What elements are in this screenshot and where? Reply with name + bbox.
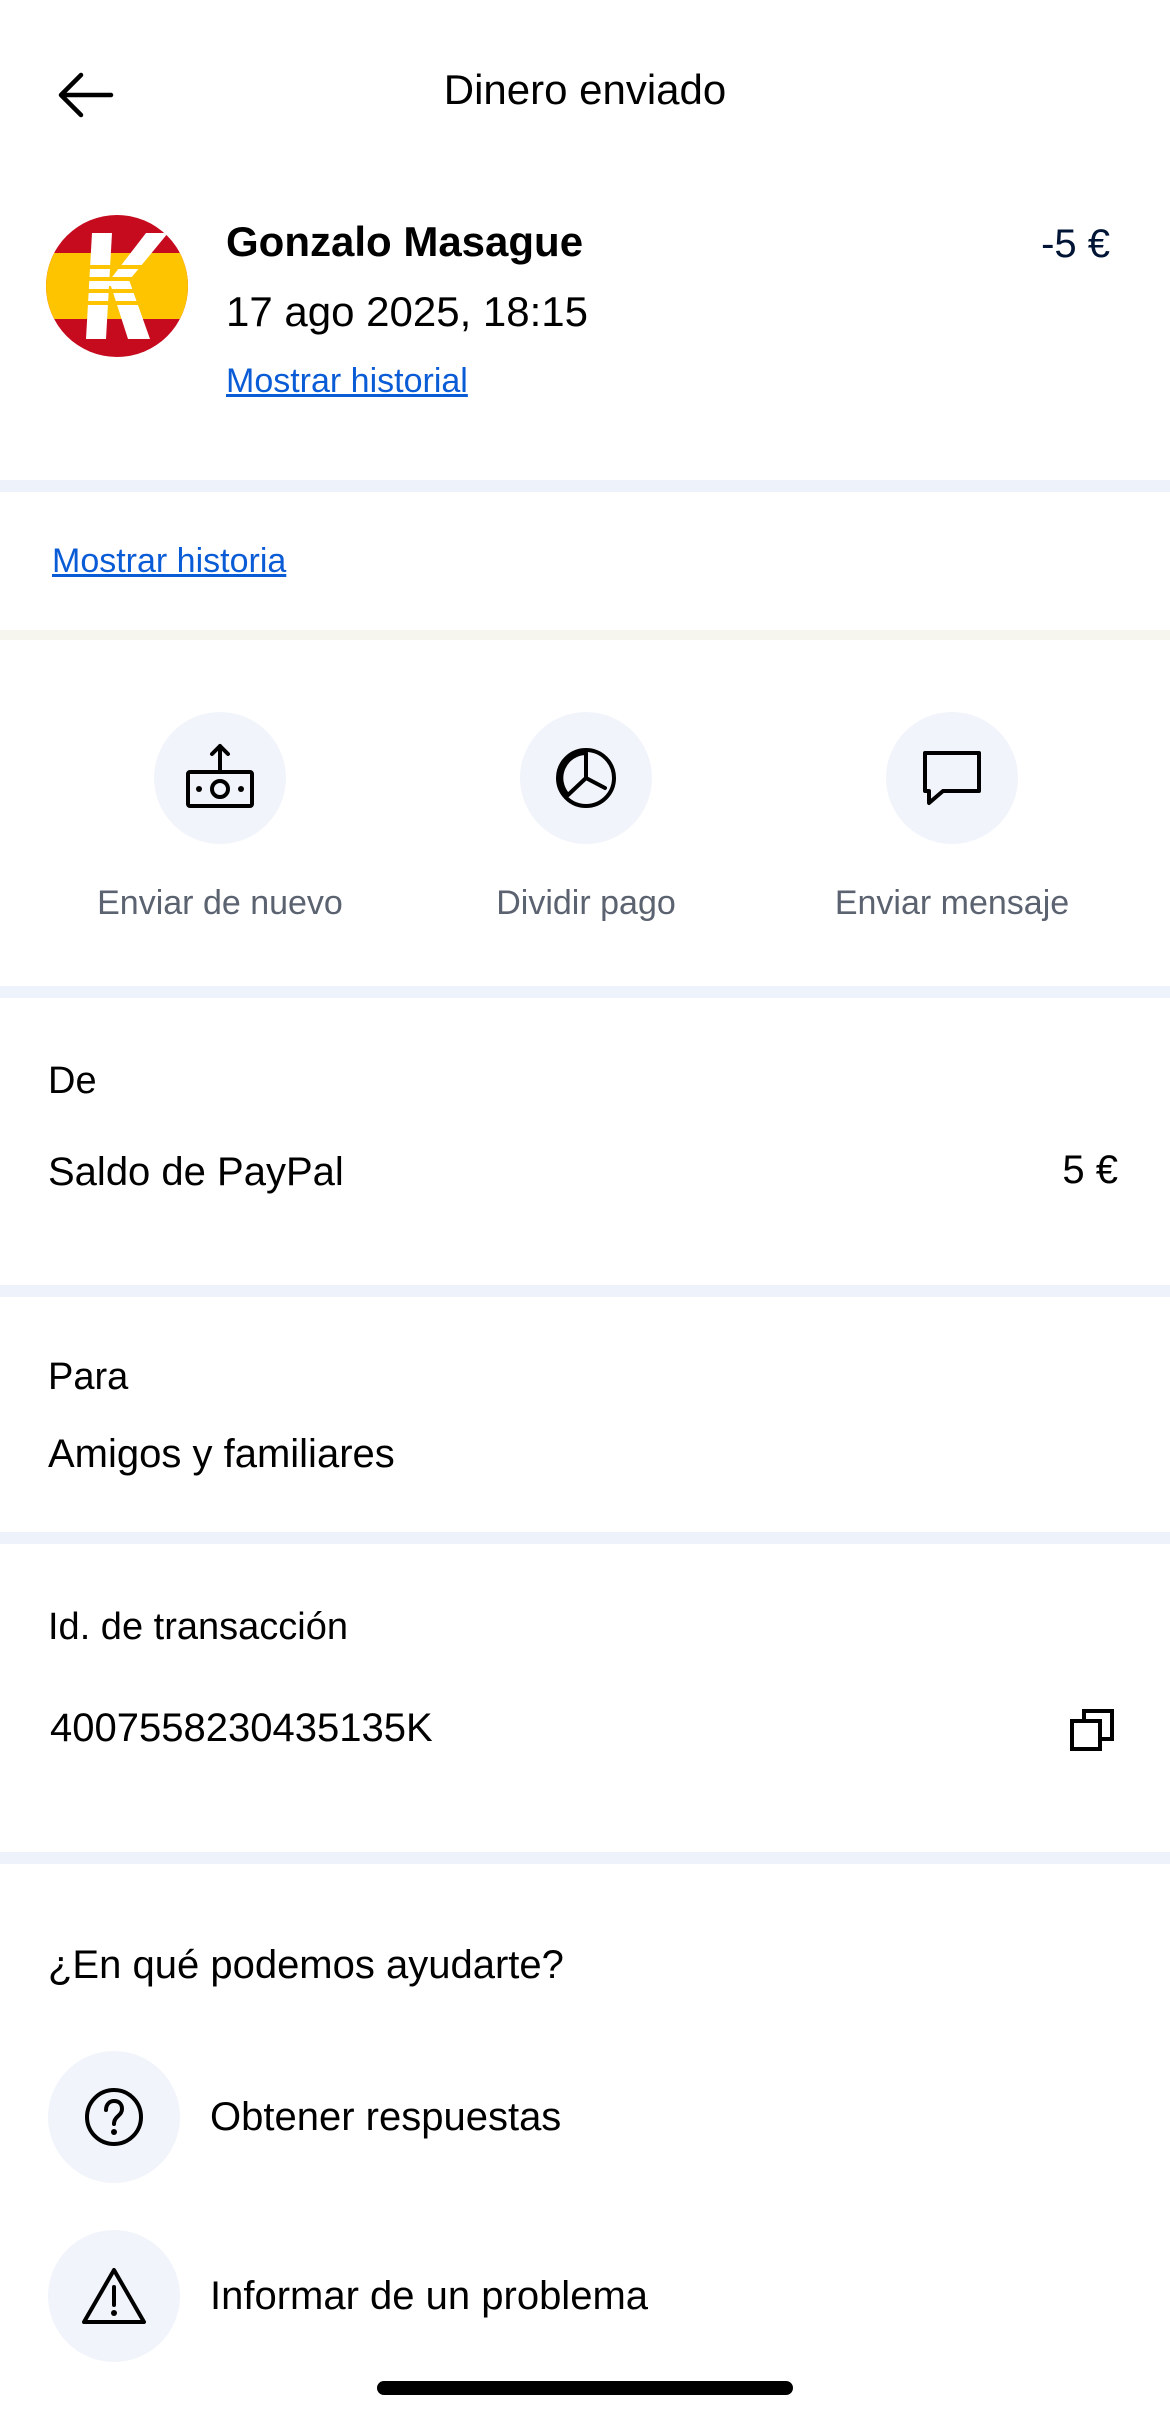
report-problem-button[interactable]: Informar de un problema [48, 2230, 1128, 2362]
from-label: De [48, 1060, 97, 1102]
payee-name: Gonzalo Masague [226, 218, 584, 265]
source-amount: 5 € [1062, 1148, 1118, 1192]
divider [0, 1532, 1170, 1544]
copy-icon [1070, 1709, 1114, 1751]
question-icon [85, 2088, 143, 2146]
send-message-button[interactable]: Enviar mensaje [802, 712, 1102, 923]
to-label: Para [48, 1356, 129, 1398]
warning-icon [82, 2268, 146, 2324]
page-title: Dinero enviado [443, 66, 727, 113]
transaction-amount: -5 € [1041, 222, 1110, 266]
divider [0, 986, 1170, 998]
action-label: Enviar de nuevo [97, 884, 343, 922]
action-label: Enviar mensaje [834, 884, 1070, 922]
transaction-details-page: Dinero enviado Gonzalo Masague 17 ago 20… [0, 0, 1170, 2421]
avatar [46, 215, 188, 357]
divider [0, 1852, 1170, 1864]
help-item-label: Obtener respuestas [210, 2094, 562, 2139]
divider [0, 630, 1170, 640]
payment-type: Amigos y familiares [48, 1432, 395, 1476]
show-history-link[interactable]: Mostrar historial [226, 362, 468, 401]
transaction-id-label: Id. de transacción [48, 1606, 348, 1648]
get-answers-button[interactable]: Obtener respuestas [48, 2051, 1128, 2183]
divider [0, 480, 1170, 492]
home-indicator[interactable] [377, 2381, 793, 2395]
payment-source: Saldo de PayPal [48, 1150, 344, 1194]
transaction-id: 4007558230435135K [50, 1706, 433, 1750]
send-again-button[interactable]: Enviar de nuevo [70, 712, 370, 923]
split-payment-button[interactable]: Dividir pago [436, 712, 736, 923]
help-item-label: Informar de un problema [210, 2273, 649, 2318]
show-story-link[interactable]: Mostrar historia [52, 542, 286, 581]
transaction-date: 17 ago 2025, 18:15 [226, 288, 589, 335]
message-icon [923, 751, 981, 805]
copy-button[interactable] [1058, 1695, 1128, 1765]
send-money-icon [186, 744, 254, 808]
pie-chart-icon [556, 748, 616, 808]
divider [0, 1285, 1170, 1297]
help-title: ¿En qué podemos ayudarte? [48, 1943, 564, 1987]
action-label: Dividir pago [496, 884, 676, 922]
header: Dinero enviado [0, 0, 1170, 190]
